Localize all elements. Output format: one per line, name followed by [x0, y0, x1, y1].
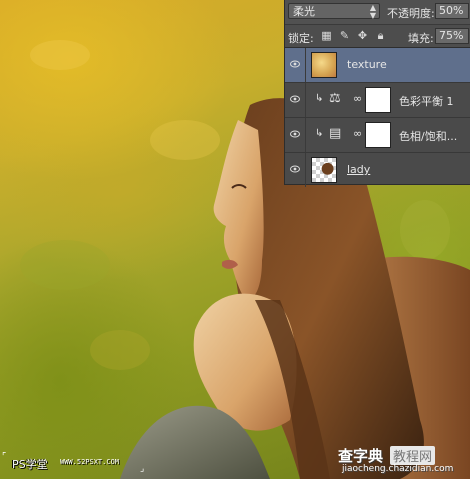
eye-visibility-icon[interactable]	[290, 165, 300, 173]
blend-mode-value: 柔光	[293, 5, 315, 18]
divider	[305, 48, 306, 82]
lock-position-move-icon[interactable]: ✥	[357, 30, 368, 41]
layer-mask-thumbnail	[365, 87, 391, 113]
hue-saturation-bars-icon: ▤	[329, 126, 342, 141]
layer-row-lady[interactable]: lady	[285, 153, 470, 187]
layer-row-color-balance[interactable]: ↳ ⚖ ∞ 色彩平衡 1	[285, 83, 470, 118]
photo-canvas[interactable]: 柔光 ▲ ▼ 不透明度: 50% 锁定: ▦ ✎ ✥ 🔒︎ 填充: 75% tex…	[0, 0, 470, 479]
dropdown-arrows-icon: ▲ ▼	[369, 3, 376, 20]
blend-opacity-row: 柔光 ▲ ▼ 不透明度: 50%	[285, 0, 470, 25]
divider	[305, 118, 306, 152]
layer-name: texture	[347, 58, 387, 71]
corner-bracket-icon: ⌟	[140, 464, 145, 474]
watermark-url: WWW.52PSXT.COM	[60, 458, 120, 466]
layer-thumbnail	[311, 157, 337, 183]
opacity-field[interactable]: 50%	[435, 3, 469, 19]
chain-link-icon: ∞	[353, 92, 363, 105]
lock-all-padlock-icon[interactable]: 🔒︎	[375, 30, 386, 41]
layers-panel[interactable]: 柔光 ▲ ▼ 不透明度: 50% 锁定: ▦ ✎ ✥ 🔒︎ 填充: 75% tex…	[284, 0, 470, 187]
layer-name: 色相/饱和...	[399, 130, 458, 143]
divider	[305, 83, 306, 117]
fill-field[interactable]: 75%	[435, 28, 469, 44]
watermark-url: jiaocheng.chazidian.com	[342, 464, 454, 474]
fill-label: 填充:	[408, 32, 434, 45]
clipping-arrow-icon: ↳	[315, 128, 324, 139]
eye-visibility-icon[interactable]	[290, 130, 300, 138]
lock-transparent-pixels-icon[interactable]: ▦	[321, 30, 332, 41]
color-balance-scale-icon: ⚖	[329, 91, 341, 106]
watermark-brand: PS学堂	[12, 458, 48, 471]
chain-link-icon: ∞	[353, 127, 363, 140]
divider	[305, 153, 306, 187]
eye-visibility-icon[interactable]	[290, 60, 300, 68]
clipping-arrow-icon: ↳	[315, 93, 324, 104]
layer-name: lady	[347, 163, 371, 176]
layer-row-hue-saturation[interactable]: ↳ ▤ ∞ 色相/饱和...	[285, 118, 470, 153]
eye-visibility-icon[interactable]	[290, 95, 300, 103]
lock-label: 锁定:	[288, 32, 314, 45]
blend-mode-dropdown[interactable]: 柔光 ▲ ▼	[288, 3, 380, 20]
layer-name: 色彩平衡 1	[399, 95, 454, 108]
watermark-brand-a: 查字典	[338, 447, 384, 465]
opacity-label: 不透明度:	[387, 7, 435, 20]
layer-row-texture[interactable]: texture	[285, 48, 470, 83]
watermark-brand-b: 教程网	[390, 446, 436, 465]
corner-bracket-icon: ⌜	[2, 452, 7, 462]
lock-image-pixels-brush-icon[interactable]: ✎	[339, 30, 350, 41]
layer-thumbnail	[311, 52, 337, 78]
lock-fill-row: 锁定: ▦ ✎ ✥ 🔒︎ 填充: 75%	[285, 25, 470, 48]
layer-mask-thumbnail	[365, 122, 391, 148]
